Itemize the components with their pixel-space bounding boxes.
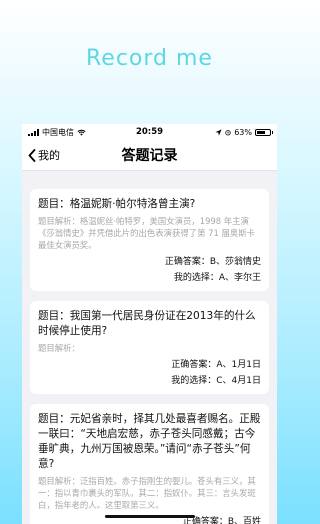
question-explanation: 题目解析：格温妮丝·帕特罗，美国女演员，1998 年主演《莎翁情史》并凭借此片的… <box>38 216 255 250</box>
record-card[interactable]: 题目：元妃省亲时，择其几处最喜者赐名。正殿一联曰：“天地启宏慈，赤子苍头同感戴；… <box>30 404 269 524</box>
record-card[interactable]: 题目：我国第一代居民身份证在2013年的什么时候停止使用? 题目解析： 正确答案… <box>30 301 269 394</box>
question-explanation: 题目解析：泛指百姓。赤子指刚生的婴儿。苍头有三义，其一：指以青巾裹头的军队。其二… <box>38 476 256 510</box>
battery-icon <box>255 128 273 136</box>
my-choice: 我的选择：C、4月1日 <box>171 376 261 386</box>
navigation-bar: 我的 答题记录 <box>22 140 277 171</box>
question-title: 题目：我国第一代居民身份证在2013年的什么时候停止使用? <box>38 310 256 337</box>
home-indicator <box>104 515 195 518</box>
record-list: 题目：格温妮斯·帕尔特洛曾主演? 题目解析：格温妮丝·帕特罗，美国女演员，199… <box>22 171 277 524</box>
correct-answer: 正确答案：A、1月1日 <box>171 360 261 370</box>
page-title: 答题记录 <box>121 148 178 164</box>
question-title: 题目：格温妮斯·帕尔特洛曾主演? <box>38 198 196 210</box>
correct-answer: 正确答案：B、莎翁情史 <box>164 257 261 267</box>
my-choice: 我的选择：A、李尔王 <box>173 273 261 283</box>
question-explanation: 题目解析： <box>38 343 80 353</box>
record-card[interactable]: 题目：格温妮斯·帕尔特洛曾主演? 题目解析：格温妮丝·帕特罗，美国女演员，199… <box>30 189 269 291</box>
banner-title: Record me <box>86 46 213 71</box>
phone-screen: 中国电信 20:59 63% 我的 答题记录 题目：格温妮斯·帕尔特洛曾主演? … <box>22 124 277 524</box>
question-title: 题目：元妃省亲时，择其几处最喜者赐名。正殿一联曰：“天地启宏慈，赤子苍头同感戴；… <box>38 413 261 470</box>
battery-level <box>257 130 265 134</box>
status-bar: 中国电信 20:59 63% <box>22 124 277 140</box>
status-time: 20:59 <box>135 127 164 137</box>
